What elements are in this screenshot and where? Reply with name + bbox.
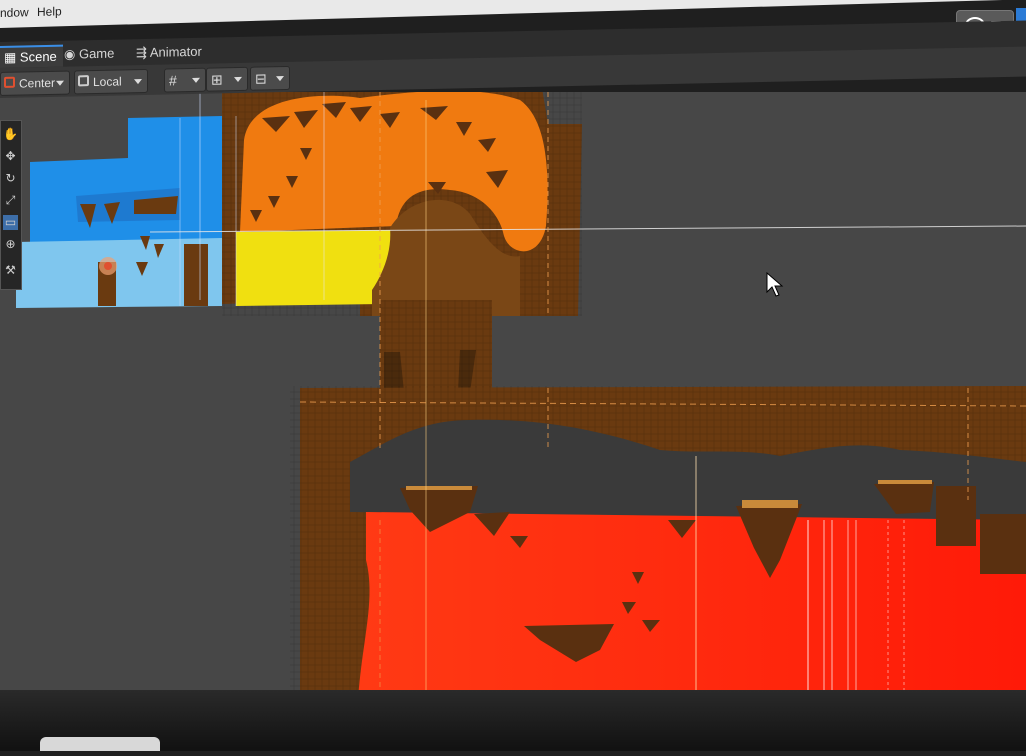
space-mode-dropdown[interactable]: Local — [74, 68, 148, 95]
gizmo-icon: ⊟ — [255, 70, 267, 87]
chevron-down-icon — [276, 76, 284, 82]
shaft-tilemap-region[interactable] — [380, 300, 492, 392]
custom-tool-icon[interactable]: ⚒ — [3, 263, 18, 278]
pivot-label: Center — [19, 75, 56, 91]
chevron-down-icon — [56, 80, 64, 86]
animator-icon: ⇶ — [136, 44, 147, 61]
pivot-mode-dropdown[interactable]: Center — [0, 70, 70, 96]
tab-animator[interactable]: ⇶ Animator — [136, 44, 202, 61]
increment-snap-button[interactable]: ⊞ — [206, 66, 248, 92]
tab-scene[interactable]: ▦ Scene — [0, 44, 63, 69]
hand-icon[interactable]: ✋ — [3, 127, 18, 142]
transform-icon[interactable]: ⊕ — [3, 237, 18, 252]
chevron-down-icon — [134, 79, 142, 85]
gamepad-icon: ◉ — [64, 46, 76, 62]
gizmo-button[interactable]: ⊟ — [250, 65, 290, 91]
move-icon[interactable]: ✥ — [3, 149, 18, 164]
menu-item-window[interactable]: ndow — [0, 5, 29, 20]
cave-tilemap-region[interactable] — [222, 76, 582, 316]
scene-viewport[interactable] — [0, 76, 1026, 751]
scale-icon[interactable]: ⤢ — [3, 193, 18, 208]
increment-snap-icon: ⊞ — [211, 71, 223, 88]
grid-snap-button[interactable]: # — [164, 67, 206, 93]
space-label: Local — [93, 74, 122, 90]
tab-label: Animator — [149, 43, 202, 60]
tab-game[interactable]: ◉ Game — [64, 46, 114, 63]
tools-overlay: ✋ ✥ ↻ ⤢ ▭ ⊕ ⚒ — [0, 120, 22, 290]
tab-label: Scene — [19, 48, 57, 65]
menu-item-help[interactable]: Help — [37, 4, 62, 19]
grid-icon: ▦ — [4, 49, 17, 65]
rotate-icon[interactable]: ↻ — [3, 171, 18, 186]
mouse-cursor-icon — [766, 272, 784, 297]
chevron-down-icon — [234, 76, 242, 83]
sky-tilemap-region[interactable] — [16, 116, 222, 308]
cube-icon — [78, 75, 89, 87]
rect-icon[interactable]: ▭ — [3, 215, 18, 230]
grid-snap-icon: # — [169, 72, 177, 89]
chevron-down-icon — [192, 77, 200, 83]
keyboard-edge — [40, 737, 160, 751]
tab-label: Game — [78, 45, 115, 62]
pivot-icon — [4, 76, 15, 88]
scene-canvas — [16, 76, 1026, 751]
